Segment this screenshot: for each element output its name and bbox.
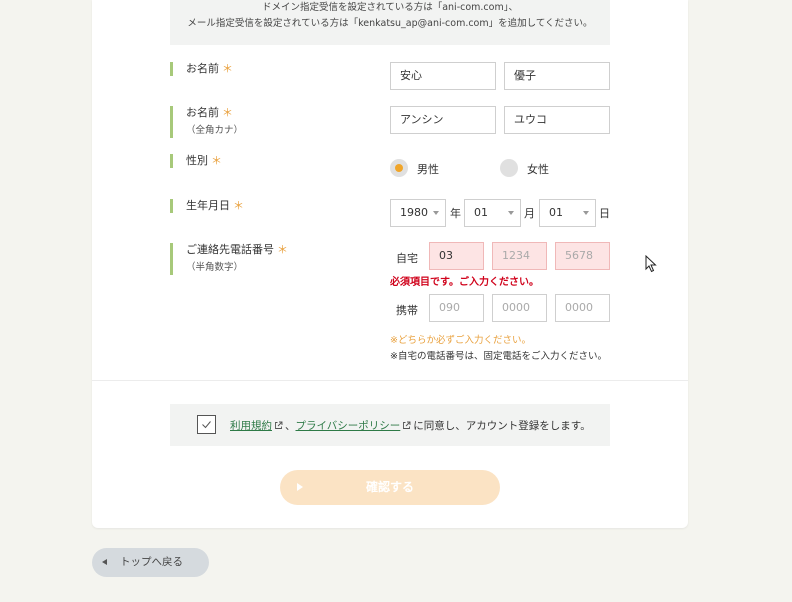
name-kanji-label: お名前＊ [170, 62, 233, 76]
notice-line-1: ドメイン指定受信を設定されている方は「ani-com.com」、 [262, 2, 518, 13]
day-unit: 日 [599, 207, 610, 220]
chevron-down-icon [583, 211, 589, 215]
first-name-input[interactable]: 優子 [504, 62, 610, 90]
required-mark: ＊ [222, 106, 233, 119]
play-arrow-icon [297, 483, 303, 491]
privacy-policy-link[interactable]: プライバシーポリシー [296, 420, 401, 432]
chevron-down-icon [433, 211, 439, 215]
birth-year-select[interactable]: 1980 [390, 199, 446, 227]
notice-line-2: メール指定受信を設定されている方は「kenkatsu_ap@ani-com.co… [187, 18, 593, 29]
required-mark: ＊ [277, 243, 288, 256]
birth-month-select[interactable]: 01 [464, 199, 521, 227]
gender-female-radio[interactable] [500, 159, 518, 177]
terms-link[interactable]: 利用規約 [230, 420, 272, 432]
month-unit: 月 [524, 207, 535, 220]
agreement-box: 利用規約 、プライバシーポリシー に同意し、アカウント登録をします。 [170, 404, 610, 446]
year-unit: 年 [450, 207, 461, 220]
phone-error-message: 必須項目です。ご入力ください。 [390, 277, 539, 288]
name-kana-label: お名前＊ （全角カナ） [170, 106, 243, 138]
name-kana-sublabel: （全角カナ） [186, 125, 244, 136]
confirm-button[interactable]: 確認する [280, 470, 500, 505]
first-name-kana-input[interactable]: ユウコ [504, 106, 610, 134]
phone-sublabel: （半角数字） [186, 262, 244, 273]
mobile-phone-2-input[interactable]: 0000 [492, 294, 547, 322]
home-phone-label: 自宅 [396, 252, 418, 265]
external-link-icon [403, 421, 411, 429]
birth-day-select[interactable]: 01 [539, 199, 596, 227]
chevron-down-icon [508, 211, 514, 215]
birthdate-label: 生年月日＊ [170, 199, 244, 213]
agree-checkbox[interactable] [197, 415, 216, 434]
phone-hint-either: ※どちらか必ずご入力ください。 [390, 335, 531, 346]
section-divider [92, 380, 688, 381]
home-phone-3-input[interactable]: 5678 [555, 242, 610, 270]
gender-male-label[interactable]: 男性 [417, 161, 439, 177]
required-mark: ＊ [222, 62, 233, 75]
mail-notice: ドメイン指定受信を設定されている方は「ani-com.com」、 メール指定受信… [170, 0, 610, 45]
external-link-icon [275, 421, 283, 429]
required-mark: ＊ [211, 154, 222, 167]
back-to-top-button[interactable]: トップへ戻る [92, 548, 209, 577]
mobile-phone-3-input[interactable]: 0000 [555, 294, 610, 322]
agreement-text: 利用規約 、プライバシーポリシー に同意し、アカウント登録をします。 [230, 420, 591, 432]
required-mark: ＊ [233, 199, 244, 212]
mouse-cursor-icon [645, 255, 657, 273]
check-icon [202, 421, 211, 429]
home-phone-2-input[interactable]: 1234 [492, 242, 547, 270]
arrow-left-icon [102, 559, 107, 565]
gender-label: 性別＊ [170, 154, 222, 168]
last-name-kana-input[interactable]: アンシン [390, 106, 496, 134]
last-name-input[interactable]: 安心 [390, 62, 496, 90]
gender-female-label[interactable]: 女性 [527, 161, 549, 177]
gender-male-radio[interactable] [390, 159, 408, 177]
mobile-phone-label: 携帯 [396, 304, 418, 317]
mobile-phone-1-input[interactable]: 090 [429, 294, 484, 322]
phone-label: ご連絡先電話番号＊ （半角数字） [170, 243, 288, 275]
phone-hint-home: ※自宅の電話番号は、固定電話をご入力ください。 [390, 351, 607, 362]
home-phone-1-input[interactable]: 03 [429, 242, 484, 270]
